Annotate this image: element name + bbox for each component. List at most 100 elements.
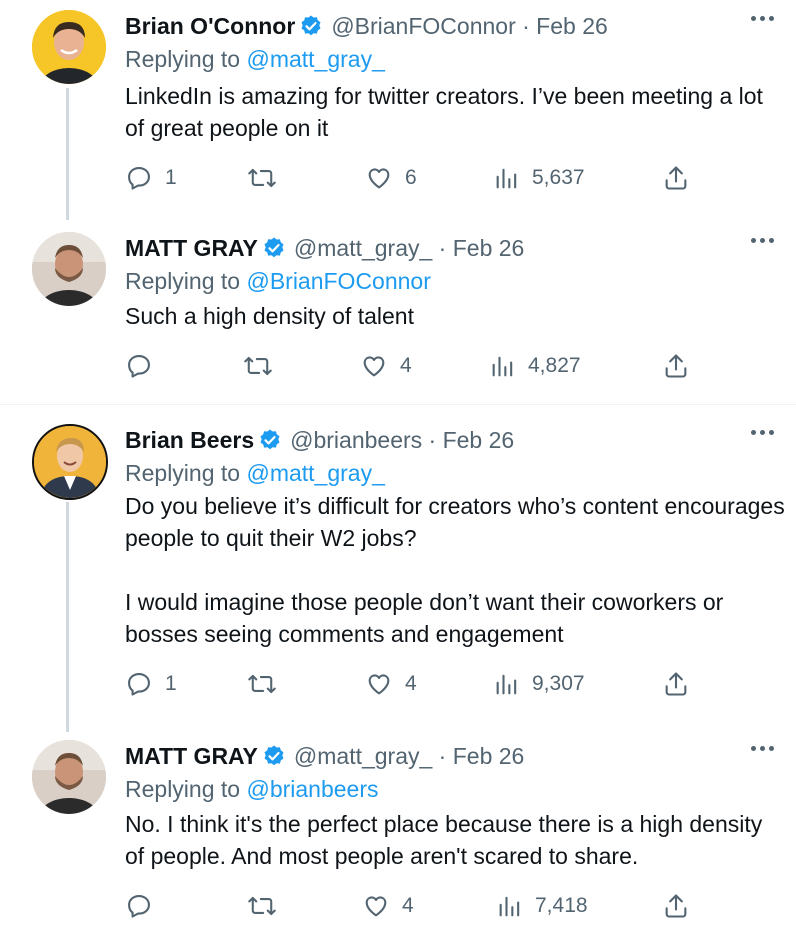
- verified-badge-icon: [258, 428, 282, 452]
- share-button[interactable]: [662, 164, 690, 192]
- replying-to: Replying to @brianbeers: [125, 776, 379, 803]
- retweet-button[interactable]: [247, 164, 289, 192]
- more-icon[interactable]: [751, 746, 774, 751]
- tweet-paragraph: No. I think it's the perfect place becau…: [125, 811, 763, 869]
- like-button[interactable]: 4: [360, 352, 412, 380]
- like-count: 4: [402, 894, 414, 917]
- reply-button[interactable]: [125, 352, 165, 380]
- share-icon: [665, 672, 687, 696]
- view-count: 9,307: [532, 672, 585, 695]
- avatar[interactable]: [32, 10, 106, 84]
- more-icon[interactable]: [751, 16, 774, 21]
- tweet-text: No. I think it's the perfect place becau…: [125, 808, 785, 872]
- heart-icon: [368, 168, 390, 189]
- retweet-button[interactable]: [247, 670, 289, 698]
- avatar[interactable]: [32, 232, 106, 306]
- retweet-icon: [248, 168, 276, 188]
- display-name[interactable]: Brian Beers: [125, 427, 254, 454]
- replying-prefix: Replying to: [125, 46, 241, 72]
- views-button[interactable]: 4,827: [490, 352, 581, 380]
- replying-to: Replying to @matt_gray_: [125, 46, 385, 73]
- tweet-actions: 4 7,418: [0, 892, 796, 924]
- replying-to: Replying to @BrianFOConnor: [125, 268, 431, 295]
- more-icon[interactable]: [751, 238, 774, 243]
- retweet-icon: [244, 356, 272, 376]
- more-icon[interactable]: [751, 430, 774, 435]
- reply-count: 1: [165, 166, 177, 189]
- verified-badge-icon: [262, 744, 286, 768]
- like-button[interactable]: 4: [365, 670, 417, 698]
- views-icon: [496, 674, 517, 695]
- verified-badge-icon: [299, 14, 323, 38]
- share-icon: [665, 894, 687, 918]
- like-count: 6: [405, 166, 417, 189]
- like-count: 4: [405, 672, 417, 695]
- views-icon: [496, 168, 517, 189]
- tweet-text: LinkedIn is amazing for twitter creators…: [125, 80, 785, 144]
- replying-mention[interactable]: @brianbeers: [246, 776, 378, 802]
- view-count: 7,418: [535, 894, 588, 917]
- share-button[interactable]: [662, 892, 690, 920]
- tweet-header: MATT GRAY @matt_gray_ · Feb 26: [125, 740, 524, 772]
- tweet-header: Brian Beers @brianbeers · Feb 26: [125, 424, 514, 456]
- avatar[interactable]: [32, 424, 108, 500]
- tweet-actions: 4 4,827: [0, 352, 796, 384]
- divider: [0, 404, 796, 405]
- tweet-actions: 1 4 9,307: [0, 670, 796, 702]
- views-button[interactable]: 7,418: [497, 892, 588, 920]
- replying-to: Replying to @matt_gray_: [125, 460, 385, 487]
- tweet-matt-gray[interactable]: MATT GRAY @matt_gray_ · Feb 26 Replying …: [0, 222, 796, 402]
- like-count: 4: [400, 354, 412, 377]
- views-button[interactable]: 9,307: [494, 670, 585, 698]
- reply-button[interactable]: 1: [125, 164, 177, 192]
- display-name[interactable]: Brian O'Connor: [125, 13, 295, 40]
- handle-and-date[interactable]: @matt_gray_ · Feb 26: [294, 743, 524, 770]
- views-icon: [499, 896, 520, 917]
- reply-icon: [128, 355, 150, 378]
- handle-and-date[interactable]: @brianbeers · Feb 26: [290, 427, 514, 454]
- tweet-paragraph: LinkedIn is amazing for twitter creators…: [125, 83, 763, 141]
- tweet-paragraph: I would imagine those people don’t want …: [125, 589, 724, 647]
- share-icon: [665, 354, 687, 378]
- replying-prefix: Replying to: [125, 460, 241, 486]
- replying-mention[interactable]: @BrianFOConnor: [246, 268, 430, 294]
- reply-icon: [128, 673, 150, 696]
- verified-badge-icon: [262, 236, 286, 260]
- display-name[interactable]: MATT GRAY: [125, 743, 258, 770]
- like-button[interactable]: 4: [362, 892, 414, 920]
- tweet-text: Do you believe it’s difficult for creato…: [125, 490, 785, 650]
- replying-mention[interactable]: @matt_gray_: [246, 460, 384, 486]
- tweet-matt-gray-reply[interactable]: MATT GRAY @matt_gray_ · Feb 26 Replying …: [0, 730, 796, 940]
- share-button[interactable]: [662, 352, 690, 380]
- tweet-brian-beers[interactable]: Brian Beers @brianbeers · Feb 26 Replyin…: [0, 414, 796, 732]
- views-icon: [492, 356, 513, 377]
- heart-icon: [363, 356, 385, 377]
- replying-prefix: Replying to: [125, 776, 241, 802]
- display-name[interactable]: MATT GRAY: [125, 235, 258, 262]
- avatar[interactable]: [32, 740, 106, 814]
- thread-connector: [66, 88, 69, 220]
- reply-button[interactable]: 1: [125, 670, 177, 698]
- share-button[interactable]: [662, 670, 690, 698]
- handle-and-date[interactable]: @matt_gray_ · Feb 26: [294, 235, 524, 262]
- tweet-actions: 1 6 5,637: [0, 164, 796, 196]
- reply-button[interactable]: [125, 892, 165, 920]
- replying-prefix: Replying to: [125, 268, 241, 294]
- retweet-button[interactable]: [247, 892, 289, 920]
- reply-count: 1: [165, 672, 177, 695]
- handle-and-date[interactable]: @BrianFOConnor · Feb 26: [331, 13, 607, 40]
- tweet-header: Brian O'Connor @BrianFOConnor · Feb 26: [125, 10, 608, 42]
- retweet-button[interactable]: [243, 352, 285, 380]
- like-button[interactable]: 6: [365, 164, 417, 192]
- view-count: 4,827: [528, 354, 581, 377]
- tweet-brian-oconnor[interactable]: Brian O'Connor @BrianFOConnor · Feb 26 R…: [0, 0, 796, 220]
- heart-icon: [365, 896, 387, 917]
- tweet-text: Such a high density of talent: [125, 300, 785, 332]
- replying-mention[interactable]: @matt_gray_: [246, 46, 384, 72]
- tweet-paragraph: Do you believe it’s difficult for creato…: [125, 493, 785, 551]
- share-icon: [665, 166, 687, 190]
- retweet-icon: [248, 674, 276, 694]
- heart-icon: [368, 674, 390, 695]
- views-button[interactable]: 5,637: [494, 164, 585, 192]
- tweet-paragraph: Such a high density of talent: [125, 303, 414, 329]
